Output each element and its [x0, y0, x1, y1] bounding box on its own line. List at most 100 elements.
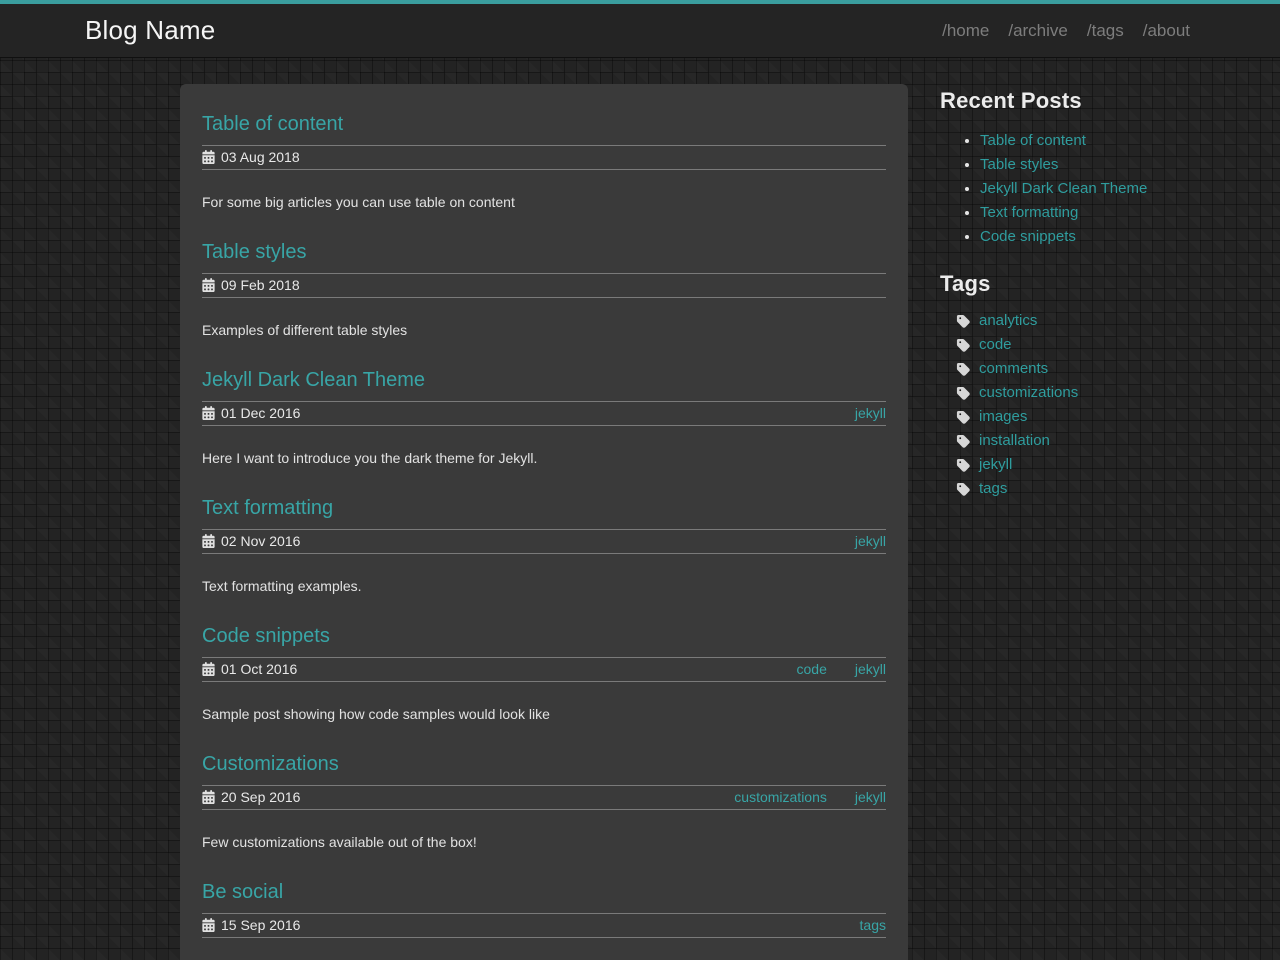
tag-link[interactable]: images — [979, 405, 1027, 429]
tag-link[interactable]: tags — [979, 477, 1007, 501]
post-date-text: 02 Nov 2016 — [221, 533, 300, 549]
calendar-icon — [202, 918, 215, 932]
tag-link[interactable]: code — [979, 333, 1012, 357]
post: Jekyll Dark Clean Theme 01 Dec 2016 jeky… — [202, 370, 886, 466]
post-date: 20 Sep 2016 — [202, 789, 300, 805]
post-date-text: 09 Feb 2018 — [221, 277, 300, 293]
post-tags: code jekyll — [797, 661, 886, 677]
post-date-text: 01 Dec 2016 — [221, 405, 300, 421]
post-meta: 20 Sep 2016 customizations jekyll — [202, 785, 886, 810]
post-excerpt: Text formatting examples. — [202, 579, 886, 594]
post-date: 09 Feb 2018 — [202, 277, 300, 293]
list-item: customizations — [940, 381, 1190, 405]
post-tag-link[interactable]: jekyll — [855, 533, 886, 549]
nav-link-home[interactable]: /home — [942, 21, 989, 41]
tag-icon — [956, 482, 971, 497]
recent-post-link[interactable]: Text formatting — [980, 204, 1078, 221]
post-tag-link[interactable]: customizations — [734, 789, 827, 805]
recent-post-link[interactable]: Jekyll Dark Clean Theme — [980, 180, 1147, 197]
calendar-icon — [202, 662, 215, 676]
tag-link[interactable]: jekyll — [979, 453, 1012, 477]
post-meta: 03 Aug 2018 — [202, 145, 886, 170]
list-item: Code snippets — [980, 225, 1190, 249]
nav-link-about[interactable]: /about — [1143, 21, 1190, 41]
post: Be social 15 Sep 2016 tags Built-in shar… — [202, 882, 886, 960]
recent-posts-heading: Recent Posts — [940, 88, 1190, 114]
main-nav: /home /archive /tags /about — [942, 21, 1190, 41]
post-tag-link[interactable]: tags — [860, 917, 886, 933]
content-wrap: Table of content 03 Aug 2018 For some bi… — [180, 58, 1280, 960]
post-excerpt: Here I want to introduce you the dark th… — [202, 451, 886, 466]
tag-icon — [956, 410, 971, 425]
post-title-link[interactable]: Jekyll Dark Clean Theme — [202, 369, 425, 391]
post-meta: 01 Dec 2016 jekyll — [202, 401, 886, 426]
post-excerpt: Sample post showing how code samples wou… — [202, 707, 886, 722]
site-title-link[interactable]: Blog Name — [85, 15, 215, 46]
post-tags: tags — [860, 917, 886, 933]
post-title-link[interactable]: Code snippets — [202, 625, 330, 647]
list-item: Jekyll Dark Clean Theme — [980, 177, 1190, 201]
list-item: installation — [940, 429, 1190, 453]
list-item: tags — [940, 477, 1190, 501]
post-date: 15 Sep 2016 — [202, 917, 300, 933]
post-tags: customizations jekyll — [734, 789, 886, 805]
sidebar: Recent Posts Table of content Table styl… — [940, 84, 1190, 960]
post: Table of content 03 Aug 2018 For some bi… — [202, 114, 886, 210]
post-date-text: 20 Sep 2016 — [221, 789, 300, 805]
post-tag-link[interactable]: jekyll — [855, 405, 886, 421]
post-title-link[interactable]: Table of content — [202, 113, 343, 135]
post-date-text: 03 Aug 2018 — [221, 149, 300, 165]
list-item: jekyll — [940, 453, 1190, 477]
post-title-link[interactable]: Table styles — [202, 241, 307, 263]
tag-link[interactable]: analytics — [979, 309, 1037, 333]
calendar-icon — [202, 278, 215, 292]
header-inner: Blog Name /home /archive /tags /about — [0, 4, 1280, 57]
post-tag-link[interactable]: jekyll — [855, 789, 886, 805]
post-tags: jekyll — [855, 533, 886, 549]
site-header: Blog Name /home /archive /tags /about — [0, 0, 1280, 58]
tag-icon — [956, 458, 971, 473]
post-title-link[interactable]: Customizations — [202, 753, 339, 775]
nav-link-archive[interactable]: /archive — [1008, 21, 1068, 41]
post-date: 01 Oct 2016 — [202, 661, 297, 677]
recent-post-link[interactable]: Code snippets — [980, 228, 1076, 245]
tag-icon — [956, 338, 971, 353]
post-meta: 15 Sep 2016 tags — [202, 913, 886, 938]
tag-icon — [956, 434, 971, 449]
calendar-icon — [202, 790, 215, 804]
list-item: Text formatting — [980, 201, 1190, 225]
tags-heading: Tags — [940, 271, 1190, 297]
posts-card: Table of content 03 Aug 2018 For some bi… — [180, 84, 908, 960]
calendar-icon — [202, 406, 215, 420]
recent-post-link[interactable]: Table of content — [980, 132, 1086, 149]
tag-link[interactable]: comments — [979, 357, 1048, 381]
tag-link[interactable]: installation — [979, 429, 1050, 453]
tags-list: analytics code comments customizations i… — [940, 309, 1190, 501]
recent-post-link[interactable]: Table styles — [980, 156, 1058, 173]
list-item: Table styles — [980, 153, 1190, 177]
recent-posts-list: Table of content Table styles Jekyll Dar… — [940, 129, 1190, 249]
post: Code snippets 01 Oct 2016 code jekyll Sa… — [202, 626, 886, 722]
nav-link-tags[interactable]: /tags — [1087, 21, 1124, 41]
list-item: comments — [940, 357, 1190, 381]
post-title-link[interactable]: Be social — [202, 881, 283, 903]
calendar-icon — [202, 534, 215, 548]
post: Text formatting 02 Nov 2016 jekyll Text … — [202, 498, 886, 594]
tag-icon — [956, 314, 971, 329]
post-meta: 02 Nov 2016 jekyll — [202, 529, 886, 554]
post: Table styles 09 Feb 2018 Examples of dif… — [202, 242, 886, 338]
post-title-link[interactable]: Text formatting — [202, 497, 333, 519]
tag-link[interactable]: customizations — [979, 381, 1078, 405]
list-item: Table of content — [980, 129, 1190, 153]
tag-icon — [956, 362, 971, 377]
post-tag-link[interactable]: jekyll — [855, 661, 886, 677]
post-meta: 01 Oct 2016 code jekyll — [202, 657, 886, 682]
post-excerpt: Examples of different table styles — [202, 323, 886, 338]
list-item: analytics — [940, 309, 1190, 333]
post-tags: jekyll — [855, 405, 886, 421]
post-tag-link[interactable]: code — [797, 661, 827, 677]
post-excerpt: Few customizations available out of the … — [202, 835, 886, 850]
list-item: images — [940, 405, 1190, 429]
post-date-text: 01 Oct 2016 — [221, 661, 297, 677]
list-item: code — [940, 333, 1190, 357]
